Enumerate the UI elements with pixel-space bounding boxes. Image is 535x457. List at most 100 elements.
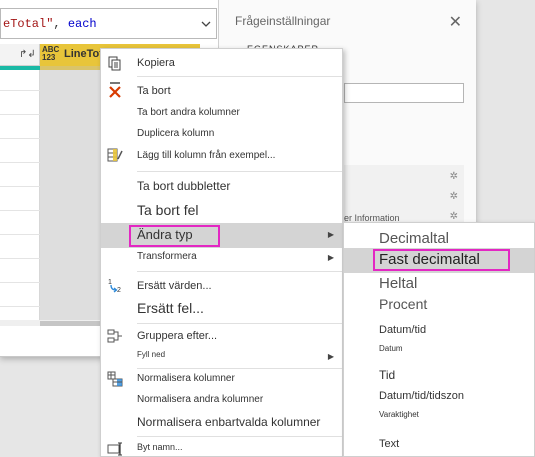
- menu-item-unpivot-only-selected[interactable]: Normalisera enbartvalda kolumner: [101, 411, 342, 433]
- close-icon[interactable]: ✕: [449, 12, 462, 32]
- submenu-item-duration[interactable]: Varaktighet: [344, 408, 534, 424]
- submenu-item-percentage[interactable]: Procent: [344, 295, 534, 315]
- menu-item-label: Ta bort andra kolumner: [137, 107, 240, 118]
- menu-separator: [137, 323, 342, 324]
- submenu-item-label: Tid: [379, 368, 396, 382]
- group-by-icon: [107, 329, 122, 343]
- change-type-submenu: Decimaltal Fast decimaltal Heltal Procen…: [343, 222, 535, 457]
- menu-item-label: Duplicera kolumn: [137, 128, 215, 139]
- menu-item-label: Fyll ned: [137, 350, 166, 359]
- menu-item-transform[interactable]: Transformera ▶: [101, 248, 342, 268]
- unpivot-columns-icon: [107, 371, 123, 387]
- submenu-item-fixed-decimal-number[interactable]: Fast decimaltal: [344, 248, 534, 273]
- menu-item-label: Normalisera kolumner: [137, 373, 235, 384]
- query-name-field[interactable]: [344, 83, 464, 103]
- menu-item-label: Ta bort fel: [137, 202, 199, 218]
- panel-title: Frågeinställningar: [235, 14, 331, 28]
- column-name: LineTot: [64, 48, 103, 60]
- menu-item-label: Ta bort dubbletter: [137, 179, 231, 193]
- svg-text:1: 1: [108, 279, 112, 286]
- any-type-icon[interactable]: ABC 123: [42, 46, 59, 62]
- menu-item-copy[interactable]: Kopiera: [101, 53, 342, 73]
- scrollbar-thumb[interactable]: [40, 321, 100, 326]
- menu-separator: [137, 436, 342, 437]
- replace-values-icon: 1 2: [108, 279, 121, 293]
- chevron-right-icon: ▶: [327, 253, 334, 262]
- submenu-item-label: Text: [379, 438, 400, 450]
- menu-item-replace-values[interactable]: 1 2 Ersätt värden...: [101, 275, 342, 297]
- menu-separator: [137, 76, 342, 77]
- gear-icon[interactable]: ✲: [450, 171, 458, 182]
- remove-x-icon: [109, 82, 121, 98]
- menu-item-remove-errors[interactable]: Ta bort fel: [101, 199, 342, 223]
- menu-item-remove[interactable]: Ta bort: [101, 80, 342, 102]
- menu-item-label: Ändra typ: [137, 227, 193, 242]
- formula-bar[interactable]: eTotal", each: [0, 8, 217, 39]
- menu-item-fill[interactable]: Fyll ned ▶: [101, 347, 342, 365]
- menu-item-label: Normalisera andra kolumner: [137, 394, 264, 405]
- submenu-item-time[interactable]: Tid: [344, 365, 534, 385]
- type-icon-bottom: 123: [42, 53, 56, 62]
- menu-item-label: Ta bort: [137, 85, 171, 97]
- gear-icon[interactable]: ✲: [450, 211, 458, 222]
- submenu-item-label: Heltal: [379, 275, 418, 292]
- row-divider: [0, 162, 40, 163]
- column-type-icon: ↱↲: [19, 49, 36, 60]
- gear-icon[interactable]: ✲: [450, 191, 458, 202]
- menu-item-replace-errors[interactable]: Ersätt fel...: [101, 297, 342, 321]
- formula-text[interactable]: eTotal", each: [3, 17, 97, 31]
- menu-item-add-column-from-examples[interactable]: Lägg till kolumn från exempel...: [101, 145, 342, 167]
- column-from-examples-icon: [107, 148, 123, 162]
- submenu-item-date[interactable]: Datum: [344, 342, 534, 358]
- chevron-right-icon: ▶: [327, 352, 334, 361]
- submenu-item-date-time[interactable]: Datum/tid: [344, 321, 534, 341]
- row-divider: [0, 186, 40, 187]
- formula-keyword: each: [67, 17, 97, 31]
- menu-item-label: Gruppera efter...: [137, 330, 218, 342]
- menu-item-label: Byt namn...: [137, 442, 183, 452]
- row-divider: [0, 210, 40, 211]
- submenu-item-date-time-timezone[interactable]: Datum/tid/tidszon: [344, 387, 534, 407]
- menu-separator: [137, 171, 342, 172]
- menu-item-remove-other-columns[interactable]: Ta bort andra kolumner: [101, 103, 342, 123]
- menu-item-rename[interactable]: Byt namn...: [101, 439, 342, 457]
- menu-item-remove-duplicates[interactable]: Ta bort dubbletter: [101, 175, 342, 197]
- submenu-item-label: Datum: [379, 344, 403, 353]
- submenu-item-label: Procent: [379, 296, 428, 312]
- chevron-right-icon: ▶: [327, 230, 334, 239]
- submenu-item-label: Decimaltal: [379, 230, 450, 247]
- formula-separator: ,: [53, 17, 68, 31]
- menu-item-change-type[interactable]: Ändra typ ▶: [101, 223, 342, 248]
- menu-item-label: Ersätt värden...: [137, 280, 212, 292]
- submenu-item-label: Datum/tid/tidszon: [379, 390, 464, 402]
- formula-string: eTotal": [3, 17, 54, 31]
- menu-item-unpivot-columns[interactable]: Normalisera kolumner: [101, 369, 342, 389]
- menu-item-label: Transformera: [137, 251, 197, 262]
- rename-icon: [107, 442, 122, 456]
- svg-text:2: 2: [117, 287, 121, 293]
- copy-icon: [108, 56, 121, 71]
- menu-item-group-by[interactable]: Gruppera efter...: [101, 325, 342, 347]
- menu-item-label: Kopiera: [137, 57, 175, 69]
- column-context-menu: Kopiera Ta bort Ta bort andra kolumner D…: [100, 48, 343, 457]
- menu-item-label: Normalisera enbartvalda kolumner: [137, 415, 321, 429]
- chevron-down-icon[interactable]: [200, 18, 212, 30]
- column-header-previous[interactable]: ↱↲: [0, 44, 40, 66]
- submenu-item-decimal-number[interactable]: Decimaltal: [344, 228, 534, 248]
- row-divider: [0, 90, 40, 91]
- submenu-item-label: Datum/tid: [379, 324, 427, 336]
- submenu-item-whole-number[interactable]: Heltal: [344, 274, 534, 294]
- menu-item-duplicate-column[interactable]: Duplicera kolumn: [101, 124, 342, 144]
- row-divider: [0, 114, 40, 115]
- row-divider: [0, 282, 40, 283]
- row-divider: [0, 234, 40, 235]
- menu-item-unpivot-other-columns[interactable]: Normalisera andra kolumner: [101, 390, 342, 410]
- row-divider: [0, 258, 40, 259]
- menu-separator: [137, 271, 342, 272]
- row-divider: [0, 138, 40, 139]
- grid-column-previous: [0, 70, 40, 320]
- row-divider: [0, 306, 40, 307]
- menu-item-label: Ersätt fel...: [137, 300, 204, 316]
- menu-item-label: Lägg till kolumn från exempel...: [137, 150, 276, 161]
- submenu-item-text[interactable]: Text: [344, 435, 534, 455]
